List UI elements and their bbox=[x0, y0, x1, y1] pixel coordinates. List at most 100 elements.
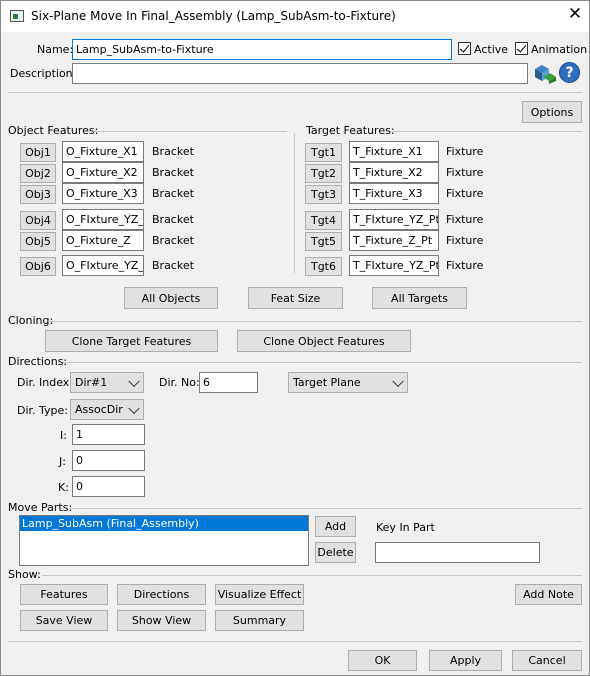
save-view-button[interactable]: Save View bbox=[20, 610, 108, 631]
tgt1-type: Fixture bbox=[446, 145, 484, 158]
tgt1-field[interactable]: T_Fixture_X1 bbox=[349, 141, 439, 162]
obj6-field[interactable]: O_FIxture_YZ_ bbox=[62, 255, 144, 276]
show-title: Show: bbox=[8, 568, 41, 581]
directions-button[interactable]: Directions bbox=[117, 584, 206, 605]
cancel-button[interactable]: Cancel bbox=[512, 650, 582, 671]
key-in-part-label: Key In Part bbox=[376, 521, 435, 534]
tgt4-button[interactable]: Tgt4 bbox=[305, 211, 342, 230]
app-icon bbox=[10, 10, 24, 22]
obj1-button[interactable]: Obj1 bbox=[20, 143, 56, 162]
move-parts-title: Move Parts: bbox=[8, 501, 73, 514]
clone-object-features-button[interactable]: Clone Object Features bbox=[237, 330, 411, 352]
k-field[interactable]: 0 bbox=[72, 476, 145, 497]
key-in-part-input[interactable] bbox=[375, 542, 540, 563]
clone-target-features-button[interactable]: Clone Target Features bbox=[45, 330, 218, 352]
active-checkbox[interactable] bbox=[458, 42, 471, 55]
list-item[interactable]: Lamp_SubAsm (Final_Assembly) bbox=[20, 516, 308, 531]
divider bbox=[294, 133, 295, 273]
tgt4-type: Fixture bbox=[446, 213, 484, 226]
obj6-type: Bracket bbox=[152, 259, 194, 272]
title-bar: Six-Plane Move In Final_Assembly (Lamp_S… bbox=[1, 1, 589, 32]
obj5-type: Bracket bbox=[152, 234, 194, 247]
divider bbox=[48, 321, 582, 322]
animation-checkbox[interactable] bbox=[515, 42, 528, 55]
animation-label: Animation bbox=[531, 43, 588, 56]
dir-no-label: Dir. No: bbox=[159, 376, 200, 389]
j-field[interactable]: 0 bbox=[72, 450, 145, 471]
target-features-title: Target Features: bbox=[306, 124, 395, 137]
i-field[interactable]: 1 bbox=[72, 424, 145, 445]
divider bbox=[93, 131, 287, 132]
description-label: Description: bbox=[10, 67, 77, 80]
tgt4-field[interactable]: T_FIxture_YZ_Pt bbox=[349, 209, 439, 230]
divider bbox=[69, 508, 582, 509]
close-icon[interactable]: ✕ bbox=[565, 6, 585, 23]
obj6-button[interactable]: Obj6 bbox=[20, 257, 56, 276]
divider bbox=[42, 575, 582, 576]
divider bbox=[8, 92, 582, 93]
obj5-field[interactable]: O_Fixture_Z bbox=[62, 230, 144, 251]
plane-value: Target Plane bbox=[293, 376, 361, 389]
k-label: K: bbox=[58, 481, 69, 494]
cloning-title: Cloning: bbox=[8, 314, 54, 327]
dir-no-field[interactable]: 6 bbox=[199, 372, 258, 393]
divider bbox=[390, 131, 582, 132]
features-button[interactable]: Features bbox=[20, 584, 108, 605]
obj3-type: Bracket bbox=[152, 187, 194, 200]
apply-button[interactable]: Apply bbox=[429, 650, 502, 671]
obj2-button[interactable]: Obj2 bbox=[20, 164, 56, 183]
visualize-effect-button[interactable]: Visualize Effect bbox=[215, 584, 304, 605]
divider bbox=[8, 641, 582, 642]
tgt2-field[interactable]: T_Fixture_X2 bbox=[349, 162, 439, 183]
active-label: Active bbox=[474, 43, 509, 56]
obj3-field[interactable]: O_Fixture_X3 bbox=[62, 183, 144, 204]
tgt1-button[interactable]: Tgt1 bbox=[305, 143, 342, 162]
obj2-type: Bracket bbox=[152, 166, 194, 179]
tgt6-button[interactable]: Tgt6 bbox=[305, 257, 342, 276]
show-view-button[interactable]: Show View bbox=[117, 610, 206, 631]
obj1-type: Bracket bbox=[152, 145, 194, 158]
tgt3-field[interactable]: T_Fixture_X3 bbox=[349, 183, 439, 204]
add-note-button[interactable]: Add Note bbox=[515, 584, 582, 605]
plane-select[interactable]: Target Plane bbox=[288, 372, 408, 393]
tgt6-field[interactable]: T_FIxture_YZ_Pt bbox=[349, 255, 439, 276]
obj4-button[interactable]: Obj4 bbox=[20, 211, 56, 230]
description-input[interactable] bbox=[72, 63, 528, 84]
feat-size-button[interactable]: Feat Size bbox=[248, 287, 343, 309]
obj1-field[interactable]: O_Fixture_X1 bbox=[62, 141, 144, 162]
summary-button[interactable]: Summary bbox=[215, 610, 304, 631]
tgt3-button[interactable]: Tgt3 bbox=[305, 185, 342, 204]
all-objects-button[interactable]: All Objects bbox=[124, 287, 218, 309]
j-label: J: bbox=[59, 455, 66, 468]
chevron-down-icon bbox=[128, 375, 140, 387]
chevron-down-icon bbox=[128, 402, 140, 414]
options-button[interactable]: Options bbox=[522, 101, 582, 123]
dir-type-select[interactable]: AssocDir bbox=[70, 399, 144, 420]
delete-part-button[interactable]: Delete bbox=[315, 542, 356, 563]
obj3-button[interactable]: Obj3 bbox=[20, 185, 56, 204]
obj4-type: Bracket bbox=[152, 213, 194, 226]
obj4-field[interactable]: O_FIxture_YZ_ bbox=[62, 209, 144, 230]
tgt5-field[interactable]: T_Fixture_Z_Pt bbox=[349, 230, 439, 251]
i-label: I: bbox=[60, 429, 67, 442]
move-parts-list[interactable]: Lamp_SubAsm (Final_Assembly) bbox=[19, 515, 309, 566]
tgt5-button[interactable]: Tgt5 bbox=[305, 232, 342, 251]
tgt2-button[interactable]: Tgt2 bbox=[305, 164, 342, 183]
obj2-field[interactable]: O_Fixture_X2 bbox=[62, 162, 144, 183]
object-features-title: Object Features: bbox=[8, 124, 99, 137]
dir-index-select[interactable]: Dir#1 bbox=[70, 372, 144, 393]
chevron-down-icon bbox=[392, 375, 404, 387]
help-icon[interactable]: ? bbox=[559, 62, 580, 83]
ok-button[interactable]: OK bbox=[348, 650, 417, 671]
name-input[interactable]: Lamp_SubAsm-to-Fixture bbox=[72, 39, 452, 60]
assembly-icon[interactable] bbox=[533, 61, 557, 85]
tgt6-type: Fixture bbox=[446, 259, 484, 272]
all-targets-button[interactable]: All Targets bbox=[372, 287, 467, 309]
directions-title: Directions: bbox=[8, 355, 68, 368]
dir-type-value: AssocDir bbox=[75, 403, 123, 416]
add-part-button[interactable]: Add bbox=[315, 516, 356, 537]
divider bbox=[63, 362, 582, 363]
tgt3-type: Fixture bbox=[446, 187, 484, 200]
obj5-button[interactable]: Obj5 bbox=[20, 232, 56, 251]
dir-type-label: Dir. Type: bbox=[17, 404, 69, 417]
